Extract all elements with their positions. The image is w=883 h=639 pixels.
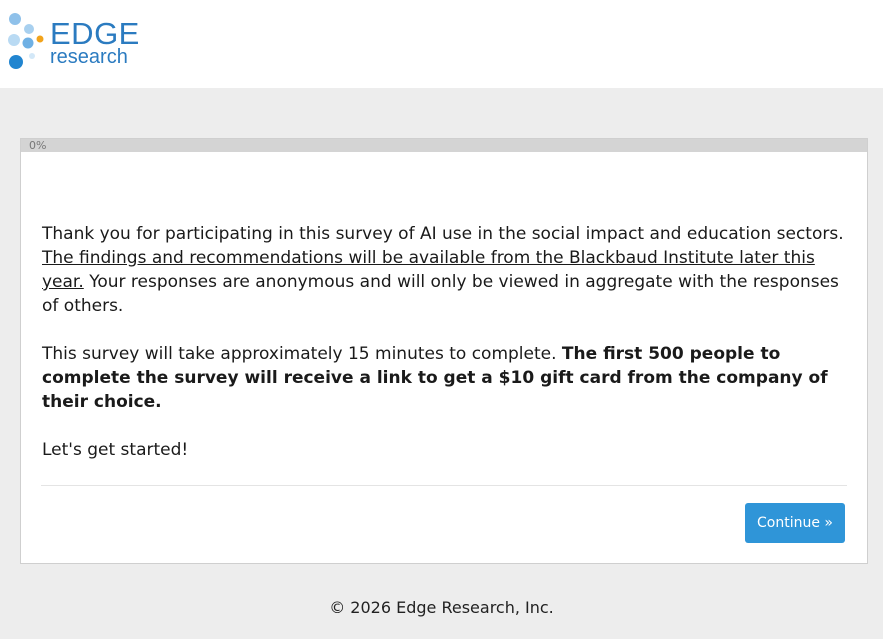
- divider: [41, 485, 847, 486]
- logo-subtitle: research: [50, 46, 128, 68]
- intro-paragraph-2: This survey will take approximately 15 m…: [42, 342, 854, 414]
- anonymity-text: Your responses are anonymous and will on…: [42, 272, 839, 316]
- duration-text: This survey will take approximately 15 m…: [42, 344, 557, 364]
- edge-research-logo: EDGE research: [6, 10, 146, 72]
- dots-logo-icon: [8, 13, 44, 69]
- progress-label: 0%: [29, 139, 47, 152]
- intro-paragraph-3: Let's get started!: [42, 438, 854, 462]
- intro-content: Thank you for participating in this surv…: [42, 222, 854, 486]
- intro-paragraph-1: Thank you for participating in this surv…: [42, 222, 854, 318]
- footer-copyright: © 2026 Edge Research, Inc.: [329, 598, 554, 617]
- progress-bar: 0%: [21, 139, 867, 152]
- get-started-text: Let's get started!: [42, 440, 189, 460]
- site-header: EDGE research: [0, 0, 883, 88]
- intro-thanks-text: Thank you for participating in this surv…: [42, 224, 844, 244]
- continue-button[interactable]: Continue »: [745, 503, 845, 543]
- survey-card: 0% Thank you for participating in this s…: [20, 138, 868, 564]
- logo-wordmark: EDGE: [50, 16, 140, 51]
